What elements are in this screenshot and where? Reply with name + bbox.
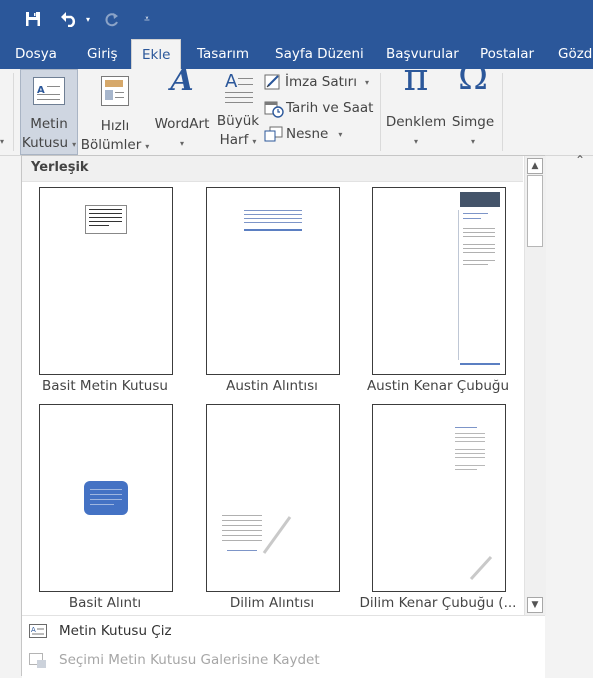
- text-box-button[interactable]: A Metin Kutusu ▾: [20, 69, 78, 155]
- symbol-label: Simge: [451, 114, 495, 130]
- undo-icon[interactable]: [58, 8, 80, 30]
- save-selection-to-gallery-item: Seçimi Metin Kutusu Galerisine Kaydet: [22, 648, 545, 674]
- calendar-clock-icon: [264, 100, 284, 118]
- gallery-item-caption: Dilim Alıntısı: [229, 595, 315, 611]
- svg-text:A: A: [31, 626, 36, 634]
- draw-text-box-icon: A: [29, 624, 47, 642]
- scroll-down-icon[interactable]: ▼: [527, 597, 543, 613]
- gallery-thumbnail: [372, 404, 506, 592]
- gallery-item-caption: Dilim Kenar Çubuğu (...: [359, 595, 517, 611]
- undo-dropdown-icon[interactable]: ▾: [82, 8, 94, 30]
- gallery-thumbnail: [39, 187, 173, 375]
- ribbon: ▾ A Metin Kutusu ▾ Hızlı Bölümler ▾ A Word…: [0, 55, 593, 167]
- drop-cap-label-2: Harf ▾: [219, 132, 257, 148]
- text-box-icon: A: [33, 77, 65, 105]
- quick-parts-label-2: Bölümler ▾: [80, 137, 150, 153]
- signature-line-icon: [264, 74, 282, 90]
- tab-layout[interactable]: Sayfa Düzeni: [275, 39, 364, 69]
- text-box-label-1: Metin: [30, 116, 68, 132]
- object-icon: [264, 126, 284, 142]
- symbol-button[interactable]: Ω Simge ▾: [448, 57, 498, 151]
- ribbon-separator: [13, 73, 14, 151]
- gallery-thumbnail: [206, 404, 340, 592]
- symbol-dropdown-icon: ▾: [470, 137, 475, 146]
- gallery-item-caption: Austin Alıntısı: [226, 378, 318, 394]
- drop-cap-label-1: Büyük: [216, 113, 260, 129]
- object-button[interactable]: Nesne ▾: [264, 126, 342, 142]
- tab-view[interactable]: Gözd: [558, 39, 592, 69]
- draw-text-box-label: Metin Kutusu Çiz: [59, 623, 172, 639]
- object-label: Nesne: [286, 126, 329, 142]
- textbox-preview: [85, 205, 127, 234]
- signature-line-button[interactable]: İmza Satırı ▾: [264, 74, 369, 90]
- draw-text-box-item[interactable]: A Metin Kutusu Çiz: [22, 619, 545, 645]
- title-bar: ▾ ⩡: [0, 0, 593, 39]
- wordart-label: WordArt: [154, 116, 210, 132]
- equation-label: Denklem: [385, 114, 447, 130]
- gallery-item-caption: Basit Alıntı: [68, 595, 142, 611]
- text-box-label-2: Kutusu ▾: [21, 135, 77, 151]
- scroll-thumb[interactable]: [527, 175, 543, 247]
- save-to-gallery-icon: [29, 653, 47, 673]
- gallery-thumbnail: [372, 187, 506, 375]
- customize-qat-icon[interactable]: ⩡: [140, 8, 154, 30]
- tab-file[interactable]: Dosya: [15, 39, 57, 69]
- gallery-item-caption: Austin Kenar Çubuğu: [366, 378, 510, 394]
- drop-cap-button[interactable]: A Büyük Harf ▾: [216, 69, 260, 151]
- gallery-scrollbar[interactable]: ▲ ▼: [524, 156, 546, 615]
- quick-parts-icon: [101, 76, 129, 106]
- tab-design[interactable]: Tasarım: [197, 39, 249, 69]
- date-time-button[interactable]: Tarih ve Saat: [264, 100, 374, 118]
- quick-parts-button[interactable]: Hızlı Bölümler ▾: [80, 69, 150, 156]
- gallery-item-caption: Basit Metin Kutusu: [42, 378, 168, 394]
- wordart-icon: A: [170, 63, 194, 98]
- ribbon-separator: [502, 73, 503, 151]
- wordart-dropdown-icon: ▾: [179, 139, 184, 148]
- equation-dropdown-icon: ▾: [413, 137, 418, 146]
- date-time-label: Tarih ve Saat: [286, 100, 374, 116]
- gallery-footer: A Metin Kutusu Çiz Seçimi Metin Kutusu G…: [22, 615, 545, 678]
- scroll-up-icon[interactable]: ▲: [527, 158, 543, 174]
- gallery-thumbnail: [206, 187, 340, 375]
- ribbon-tabs: Dosya Giriş Ekle Tasarım Sayfa Düzeni Ba…: [0, 39, 593, 69]
- save-to-gallery-label: Seçimi Metin Kutusu Galerisine Kaydet: [59, 652, 320, 668]
- gallery-section-header: Yerleşik: [22, 156, 523, 182]
- equation-button[interactable]: π Denklem ▾: [385, 55, 447, 151]
- redo-icon: [102, 8, 122, 30]
- drop-cap-icon: A: [223, 72, 253, 106]
- text-box-gallery: Yerleşik Basit Metin Kutusu Austin Alınt…: [21, 155, 546, 678]
- save-icon[interactable]: [22, 8, 44, 30]
- gallery-section-title: Yerleşik: [31, 160, 89, 175]
- tab-home[interactable]: Giriş: [87, 39, 118, 69]
- quote-shape-preview: [84, 481, 128, 515]
- quick-parts-label-1: Hızlı: [100, 118, 130, 134]
- gallery-thumbnail: [39, 404, 173, 592]
- omega-icon: Ω: [458, 57, 488, 98]
- tab-mailings[interactable]: Postalar: [480, 39, 534, 69]
- ribbon-separator: [380, 73, 381, 151]
- signature-line-label: İmza Satırı: [285, 74, 357, 90]
- ribbon-scroll-left-icon[interactable]: ▾: [0, 137, 4, 146]
- collapse-ribbon-icon[interactable]: ⌃: [575, 153, 585, 167]
- pi-icon: π: [403, 55, 429, 99]
- wordart-button[interactable]: A WordArt ▾: [152, 63, 212, 153]
